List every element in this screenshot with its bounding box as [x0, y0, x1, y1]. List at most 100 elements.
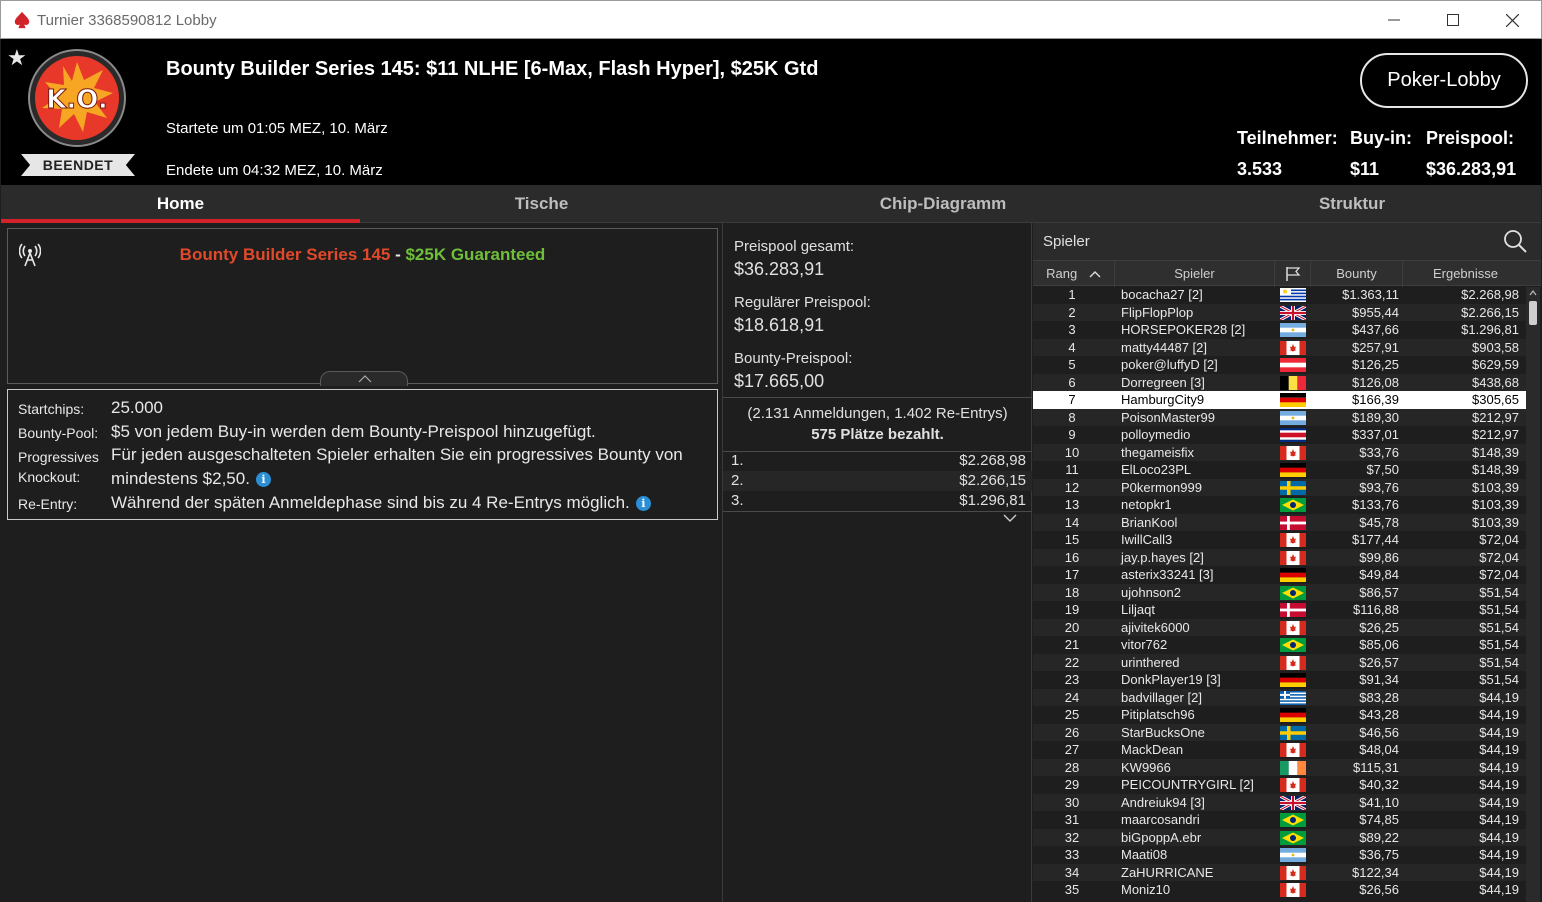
- player-name: matty44487 [2]: [1121, 339, 1207, 355]
- table-row[interactable]: 25 Pitiplatsch96 $43,28 $44,19: [1033, 706, 1528, 724]
- table-row[interactable]: 34 ZaHURRICANE $122,34 $44,19: [1033, 863, 1528, 881]
- table-row[interactable]: 30 Andreiuk94 [3] $41,10 $44,19: [1033, 793, 1528, 811]
- player-result: $305,65: [1472, 392, 1519, 407]
- table-row[interactable]: 5 poker@luffyD [2] $126,25 $629,59: [1033, 356, 1528, 374]
- players-scrollbar[interactable]: [1526, 287, 1540, 902]
- table-row[interactable]: 18 ujohnson2 $86,57 $51,54: [1033, 583, 1528, 601]
- table-row[interactable]: 28 KW9966 $115,31 $44,19: [1033, 758, 1528, 776]
- tab-home[interactable]: Home: [1, 185, 360, 223]
- player-rank: 31: [1064, 812, 1080, 827]
- table-row[interactable]: 1 bocacha27 [2] $1.363,11 $2.268,98: [1033, 286, 1528, 304]
- table-row[interactable]: 23 DonkPlayer19 [3] $91,34 $51,54: [1033, 671, 1528, 689]
- maximize-button[interactable]: [1424, 1, 1482, 39]
- collapse-toggle[interactable]: [320, 371, 408, 386]
- player-bounty: $126,25: [1352, 357, 1399, 372]
- table-row[interactable]: 12 P0kermon999 $93,76 $103,39: [1033, 478, 1528, 496]
- table-row[interactable]: 6 Dorregreen [3] $126,08 $438,68: [1033, 373, 1528, 391]
- minimize-button[interactable]: [1365, 1, 1423, 39]
- prizepool-panel: Preispool gesamt: $36.283,91 Regulärer P…: [722, 223, 1032, 902]
- table-row[interactable]: 19 Liljaqt $116,88 $51,54: [1033, 601, 1528, 619]
- table-row[interactable]: 29 PEICOUNTRYGIRL [2] $40,32 $44,19: [1033, 776, 1528, 794]
- table-row[interactable]: 16 jay.p.hayes [2] $99,86 $72,04: [1033, 548, 1528, 566]
- table-row[interactable]: 13 netopkr1 $133,76 $103,39: [1033, 496, 1528, 514]
- players-table-header: Rang Spieler Bounty Ergebnisse: [1033, 260, 1541, 287]
- player-bounty: $93,76: [1359, 479, 1399, 495]
- table-row[interactable]: 4 matty44487 [2] $257,91 $903,58: [1033, 338, 1528, 356]
- info-icon[interactable]: i: [635, 496, 651, 511]
- table-row[interactable]: 7 HamburgCity9 $166,39 $305,65: [1033, 391, 1528, 409]
- table-row[interactable]: 9 polloymedio $337,01 $212,97: [1033, 426, 1528, 444]
- player-result: $103,39: [1472, 514, 1519, 530]
- progressive-label-line2: Knockout:: [18, 469, 81, 485]
- prize-row: 3. $1.296,81: [723, 491, 1032, 511]
- table-row[interactable]: 2 FlipFlopPlop $955,44 $2.266,15: [1033, 303, 1528, 321]
- scroll-thumb[interactable]: [1529, 301, 1537, 325]
- column-results[interactable]: Ergebnisse: [1403, 261, 1528, 287]
- table-row[interactable]: 24 badvillager [2] $83,28 $44,19: [1033, 688, 1528, 706]
- table-row[interactable]: 8 PoisonMaster99 $189,30 $212,97: [1033, 408, 1528, 426]
- player-name: StarBucksOne: [1121, 724, 1205, 740]
- tab-structure[interactable]: Struktur: [1163, 185, 1541, 223]
- table-row[interactable]: 21 vitor762 $85,06 $51,54: [1033, 636, 1528, 654]
- player-bounty: $89,22: [1359, 829, 1399, 845]
- poker-lobby-button[interactable]: Poker-Lobby: [1360, 53, 1528, 108]
- prize-row: 2. $2.266,15: [723, 471, 1032, 491]
- country-flag-be-icon: [1280, 375, 1306, 390]
- column-player[interactable]: Spieler: [1115, 261, 1275, 287]
- table-row[interactable]: 14 BrianKool $45,78 $103,39: [1033, 513, 1528, 531]
- country-flag-ar-icon: [1280, 410, 1306, 425]
- scroll-up-icon[interactable]: [1529, 290, 1537, 296]
- ko-bounty-logo: K.O.: [28, 49, 126, 147]
- table-row[interactable]: 22 urinthered $26,57 $51,54: [1033, 653, 1528, 671]
- player-name: badvillager [2]: [1121, 689, 1202, 705]
- column-bounty[interactable]: Bounty: [1311, 261, 1403, 287]
- chevron-down-icon[interactable]: [1003, 514, 1017, 522]
- info-icon[interactable]: i: [255, 472, 271, 487]
- players-table-body: 1 bocacha27 [2] $1.363,11 $2.268,98 2 FlipFlo…: [1033, 286, 1528, 902]
- player-result: $72,04: [1479, 532, 1519, 547]
- bountypool-value: $5 von jedem Buy-in werden dem Bounty-Pr…: [111, 422, 596, 441]
- prizepool-label: Preispool:: [1426, 128, 1515, 148]
- country-flag-uy-icon: [1280, 288, 1306, 302]
- table-row[interactable]: 3 HORSEPOKER28 [2] $437,66 $1.296,81: [1033, 321, 1528, 339]
- participants-label: Teilnehmer:: [1237, 128, 1338, 148]
- player-name: urinthered: [1121, 654, 1180, 670]
- table-row[interactable]: 31 maarcosandri $74,85 $44,19: [1033, 811, 1528, 829]
- regular-prizepool-label: Regulärer Preispool:: [734, 294, 871, 311]
- player-search[interactable]: Spieler: [1033, 223, 1541, 260]
- table-row[interactable]: 26 StarBucksOne $46,56 $44,19: [1033, 723, 1528, 741]
- column-rank[interactable]: Rang: [1033, 261, 1115, 287]
- column-country[interactable]: [1275, 261, 1311, 287]
- table-row[interactable]: 11 ElLoco23PL $7,50 $148,39: [1033, 461, 1528, 479]
- spade-logo-icon: [14, 11, 30, 29]
- table-row[interactable]: 33 Maati08 $36,75 $44,19: [1033, 846, 1528, 864]
- minimize-icon: [1388, 19, 1400, 21]
- player-bounty: $133,76: [1352, 497, 1399, 512]
- close-button[interactable]: [1483, 1, 1541, 39]
- table-row[interactable]: 20 ajivitek6000 $26,25 $51,54: [1033, 618, 1528, 636]
- table-row[interactable]: 17 asterix33241 [3] $49,84 $72,04: [1033, 566, 1528, 584]
- player-name: poker@luffyD [2]: [1121, 357, 1218, 372]
- table-row[interactable]: 10 thegameisfix $33,76 $148,39: [1033, 443, 1528, 461]
- table-row[interactable]: 27 MackDean $48,04 $44,19: [1033, 741, 1528, 759]
- startchips-label: Startchips:: [18, 401, 85, 417]
- player-result: $44,19: [1479, 829, 1519, 845]
- search-icon[interactable]: [1503, 229, 1527, 253]
- country-flag-gr-icon: [1280, 690, 1306, 705]
- player-rank: 10: [1064, 444, 1080, 460]
- player-rank: 23: [1064, 672, 1080, 687]
- player-result: $148,39: [1472, 462, 1519, 477]
- table-row[interactable]: 35 Moniz10 $26,56 $44,19: [1033, 881, 1528, 899]
- tab-chip-chart[interactable]: Chip-Diagramm: [723, 185, 1163, 223]
- table-row[interactable]: 15 IwillCall3 $177,44 $72,04: [1033, 531, 1528, 549]
- player-result: $44,19: [1479, 707, 1519, 722]
- table-row[interactable]: 32 biGpoppA.ebr $89,22 $44,19: [1033, 828, 1528, 846]
- player-bounty: $126,08: [1352, 374, 1399, 390]
- tab-tables[interactable]: Tische: [360, 185, 723, 223]
- player-result: $212,97: [1472, 427, 1519, 442]
- player-bounty: $43,28: [1359, 707, 1399, 722]
- bountypool-label: Bounty-Pool:: [18, 425, 99, 441]
- favorite-star-icon[interactable]: ★: [7, 47, 27, 69]
- player-bounty: $91,34: [1359, 672, 1399, 687]
- player-rank: 18: [1064, 584, 1080, 600]
